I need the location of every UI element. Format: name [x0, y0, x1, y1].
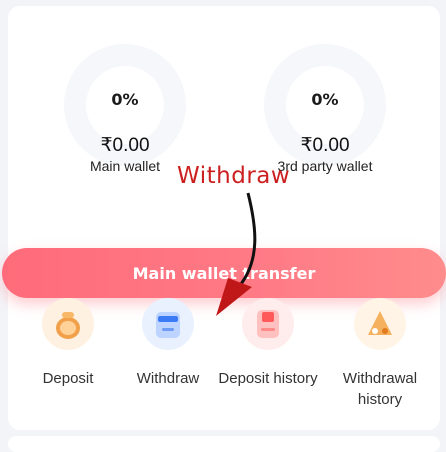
next-card-edge — [8, 436, 440, 452]
withdrawal-history-label: Withdrawal history — [342, 370, 418, 408]
third-party-wallet-amount: ₹0.00 — [300, 135, 350, 156]
withdraw-annotation: Withdraw — [177, 163, 291, 189]
withdraw-action[interactable]: Withdraw — [118, 298, 218, 389]
deposit-history-icon — [242, 298, 294, 350]
card-icon — [142, 298, 194, 350]
withdraw-label: Withdraw — [136, 370, 200, 387]
main-wallet-percent: 0% — [111, 90, 139, 109]
deposit-label: Deposit — [42, 370, 94, 387]
main-wallet-label: Main wallet — [89, 158, 161, 174]
withdrawal-history-icon — [354, 298, 406, 350]
third-party-wallet-percent: 0% — [311, 90, 339, 109]
main-wallet-amount: ₹0.00 — [100, 135, 150, 156]
withdrawal-history-action[interactable]: Withdrawal history — [330, 298, 430, 410]
main-wallet-transfer-button[interactable]: Main wallet transfer — [2, 248, 446, 298]
wallet-coin-icon — [42, 298, 94, 350]
deposit-action[interactable]: Deposit — [18, 298, 118, 389]
wallet-card: 0% 0% ₹0.00 ₹0.00 Main wallet 3rd party … — [2, 6, 446, 430]
deposit-history-action[interactable]: Deposit history — [218, 298, 318, 389]
deposit-history-label: Deposit history — [218, 370, 318, 387]
